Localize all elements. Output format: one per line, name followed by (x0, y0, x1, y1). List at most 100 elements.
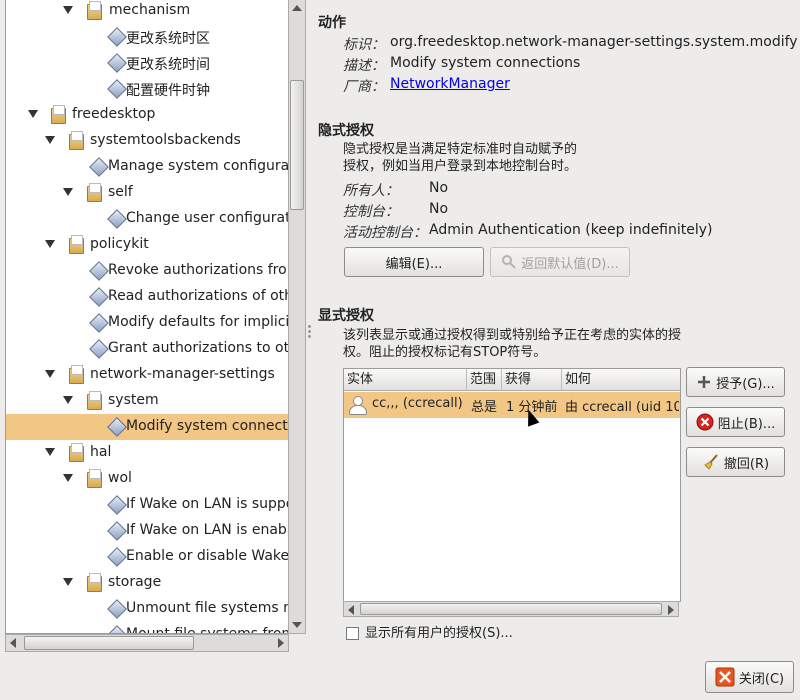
revert-icon (502, 255, 516, 269)
block-button[interactable]: 阻止(B)... (686, 407, 785, 437)
tree-item[interactable]: wol (6, 466, 288, 492)
scroll-up-icon[interactable] (292, 5, 302, 11)
scroll-down-icon[interactable] (292, 622, 302, 628)
expander-icon[interactable] (63, 578, 73, 586)
how-cell: 由 ccrecall (uid 10 (565, 400, 679, 415)
tree-item[interactable]: Change user configuratio (6, 206, 288, 232)
tree-item[interactable]: Manage system configurati (6, 154, 288, 180)
plus-icon (698, 376, 711, 388)
tree-item-label: storage (108, 574, 162, 590)
tree-item[interactable]: network-manager-settings (6, 362, 288, 388)
active-console-label: 活动控制台： (343, 225, 427, 241)
column-header-scope[interactable]: 范围 (467, 369, 502, 391)
expander-icon[interactable] (63, 6, 73, 14)
tree-item[interactable]: 更改系统时间 (6, 50, 288, 76)
close-button-label: 关闭(C) (738, 671, 785, 687)
revoke-button-label: 撤回(R) (723, 456, 770, 472)
column-header-obtained[interactable]: 获得 (502, 369, 562, 391)
folder-icon (86, 573, 102, 592)
entity-cell: cc,,, (ccrecall) (372, 396, 463, 411)
expander-icon[interactable] (28, 110, 38, 118)
revert-defaults-label: 返回默认值(D)... (521, 256, 619, 272)
tree-item[interactable]: If Wake on LAN is suppor (6, 492, 288, 518)
tree-item-label: 更改系统时间 (126, 57, 210, 73)
column-header-entity[interactable]: 实体 (344, 369, 467, 391)
pane-resize-handle[interactable] (306, 0, 314, 700)
show-all-users-checkbox[interactable] (346, 627, 359, 640)
scope-cell: 总是 (471, 400, 498, 415)
action-icon (107, 599, 127, 619)
tree-item[interactable]: Revoke authorizations from (6, 258, 288, 284)
folder-icon (50, 105, 66, 124)
tree-item[interactable]: Enable or disable Wake o (6, 544, 288, 570)
column-header-how[interactable]: 如何 (562, 369, 680, 391)
folder-icon (68, 131, 84, 150)
tree-item-label: mechanism (109, 2, 191, 18)
expander-icon[interactable] (45, 240, 55, 248)
tree-item[interactable]: 配置硬件时钟 (6, 76, 288, 102)
tree-item[interactable]: Modify defaults for implicit (6, 310, 288, 336)
description-label: 描述： (343, 58, 385, 74)
tree-item[interactable]: mechanism (6, 0, 288, 24)
action-heading: 动作 (318, 15, 346, 31)
tree-item[interactable]: self (6, 180, 288, 206)
id-value: org.freedesktop.network-manager-settings… (390, 34, 798, 50)
list-horizontal-scrollbar[interactable] (343, 601, 679, 617)
tree-item[interactable]: Mount file systems from (6, 622, 288, 633)
scroll-left-icon[interactable] (348, 605, 354, 615)
tree-item-label: network-manager-settings (90, 366, 275, 382)
folder-icon (86, 1, 102, 20)
tree-item-label: 更改系统时区 (126, 31, 210, 47)
stop-icon (696, 413, 714, 431)
tree-horizontal-scrollbar[interactable] (5, 634, 289, 652)
vendor-link[interactable]: NetworkManager (390, 76, 510, 92)
tree-item[interactable]: Unmount file systems m (6, 596, 288, 622)
tree-item[interactable]: systemtoolsbackends (6, 128, 288, 154)
scroll-right-icon[interactable] (668, 605, 674, 615)
close-button[interactable]: 关闭(C) (705, 661, 794, 693)
action-icon (89, 287, 109, 307)
tree-item[interactable]: hal (6, 440, 288, 466)
action-icon (107, 79, 127, 99)
expander-icon[interactable] (63, 188, 73, 196)
tree-item[interactable]: If Wake on LAN is enable (6, 518, 288, 544)
tree-item[interactable]: Grant authorizations to othe (6, 336, 288, 362)
tree-item[interactable]: 更改系统时区 (6, 24, 288, 50)
scrollbar-thumb[interactable] (360, 603, 662, 615)
revert-defaults-button[interactable]: 返回默认值(D)... (490, 247, 630, 277)
tree-item-selected[interactable]: Modify system connectio (6, 414, 288, 440)
explicit-description-line1: 该列表显示或通过授权得到或特别给予正在考虑的实体的授 (343, 328, 682, 343)
expander-icon[interactable] (45, 136, 55, 144)
expander-icon[interactable] (45, 448, 55, 456)
authorizations-list[interactable]: 实体 范围 获得 如何 cc,,, (ccrecall) 总是 1 分钟前 由 … (343, 368, 681, 602)
scrollbar-thumb[interactable] (24, 636, 194, 650)
tree-item[interactable]: system (6, 388, 288, 414)
id-label: 标识： (343, 37, 385, 53)
user-icon (348, 395, 367, 415)
table-row[interactable]: cc,,, (ccrecall) 总是 1 分钟前 由 ccrecall (ui… (344, 392, 680, 418)
tree-item-label: system (108, 392, 159, 408)
tree-item-label: Read authorizations of othe (108, 288, 289, 304)
grant-button[interactable]: 授予(G)... (686, 367, 785, 397)
tree-item[interactable]: freedesktop (6, 102, 288, 128)
tree-item[interactable]: policykit (6, 232, 288, 258)
revoke-button[interactable]: 撤回(R) (686, 447, 785, 477)
tree-item[interactable]: storage (6, 570, 288, 596)
edit-button[interactable]: 编辑(E)... (344, 247, 484, 277)
scrollbar-thumb[interactable] (290, 80, 304, 210)
expander-icon[interactable] (63, 396, 73, 404)
tree-item[interactable]: Read authorizations of othe (6, 284, 288, 310)
tree-item-label: 配置硬件时钟 (126, 83, 210, 99)
expander-icon[interactable] (63, 474, 73, 482)
tree-item-label: policykit (90, 236, 149, 252)
tree-item-label: Grant authorizations to othe (108, 340, 289, 356)
scroll-right-icon[interactable] (278, 638, 284, 648)
implicit-description-line1: 隐式授权是当满足特定标准时自动赋予的 (343, 142, 578, 157)
folder-icon (68, 365, 84, 384)
action-tree[interactable]: mechanism 更改系统时区 更改系统时间 配置硬件时钟 freedeskt… (5, 0, 289, 634)
show-all-users-label[interactable]: 显示所有用户的授权(S)... (365, 625, 513, 643)
expander-icon[interactable] (45, 370, 55, 378)
tree-vertical-scrollbar[interactable] (288, 0, 306, 634)
tree-item-label: systemtoolsbackends (90, 132, 241, 148)
scroll-left-icon[interactable] (10, 638, 16, 648)
